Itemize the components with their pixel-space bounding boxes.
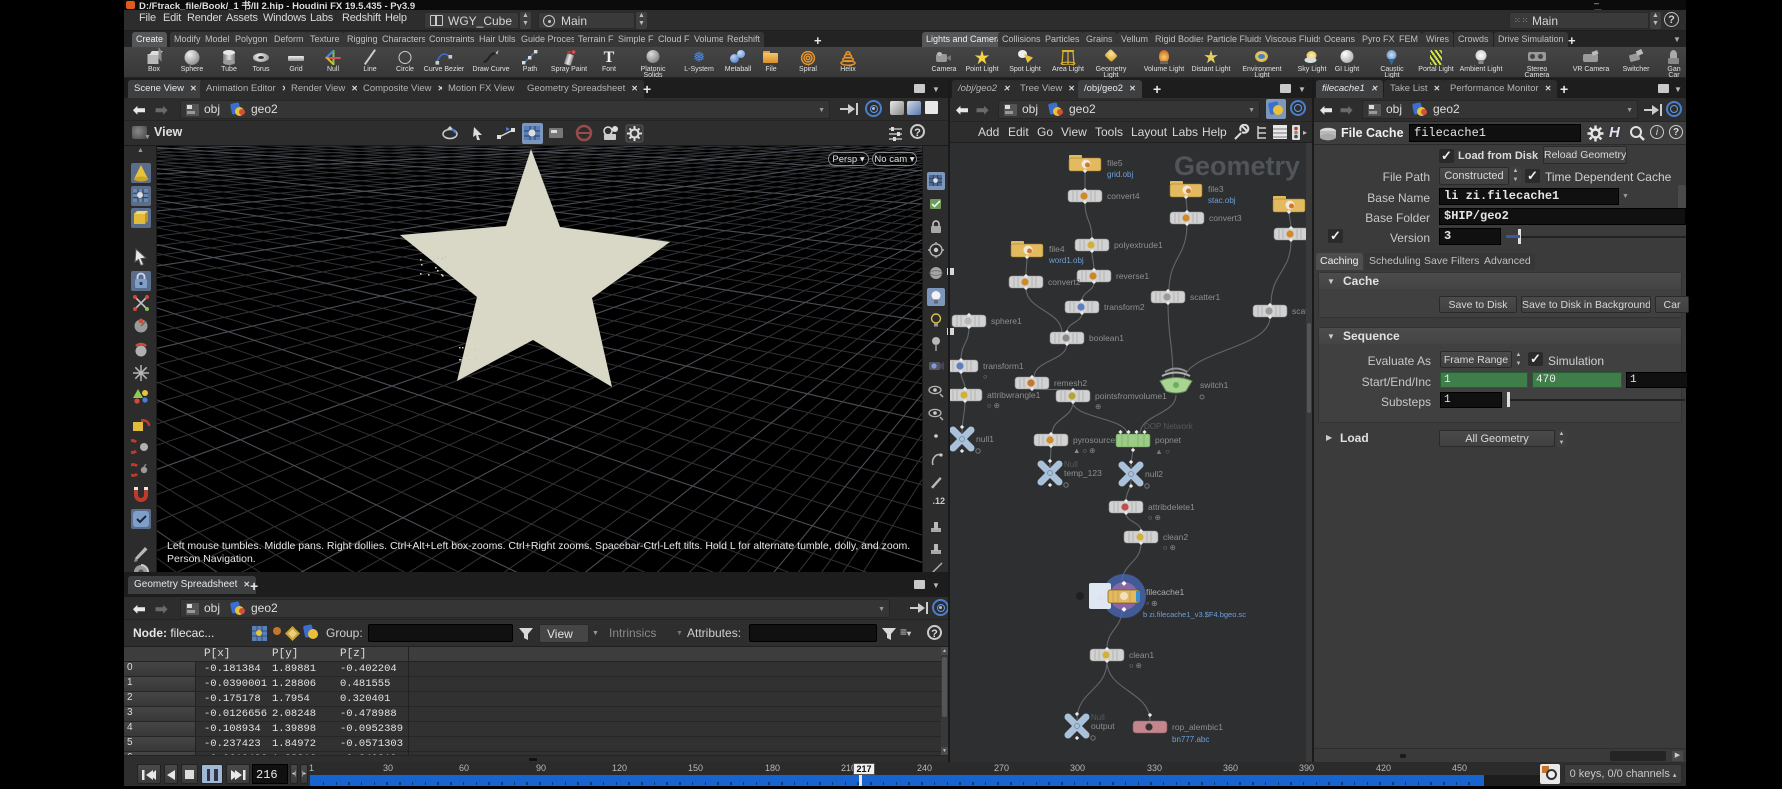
svg-text:3m: 3m — [1096, 595, 1106, 602]
svg-text:rop_alembic1: rop_alembic1 — [1172, 722, 1223, 732]
svg-text:file4: file4 — [1049, 244, 1065, 254]
svg-text:attribdelete1: attribdelete1 — [1148, 502, 1195, 512]
svg-text:output: output — [1091, 721, 1115, 731]
svg-text:file3: file3 — [1208, 184, 1224, 194]
svg-text:▫ ⊕: ▫ ⊕ — [1146, 599, 1158, 608]
svg-text:polyextrude1: polyextrude1 — [1114, 240, 1163, 250]
svg-text:attribwrangle1: attribwrangle1 — [987, 390, 1041, 400]
svg-text:b zi.filecache1_v3.$F4.bgeo.sc: b zi.filecache1_v3.$F4.bgeo.sc — [1143, 610, 1246, 619]
svg-text:null1: null1 — [976, 434, 994, 444]
svg-text:sphere1: sphere1 — [991, 316, 1022, 326]
svg-text:stac.obj: stac.obj — [1208, 196, 1236, 205]
svg-text:○ ⊕: ○ ⊕ — [1163, 543, 1176, 552]
svg-text:convert3: convert3 — [1209, 213, 1242, 223]
svg-text:bn777.abc: bn777.abc — [1172, 735, 1209, 744]
svg-text:▲ ○: ▲ ○ — [1155, 447, 1170, 456]
svg-text:transform1: transform1 — [983, 361, 1024, 371]
svg-text:switch1: switch1 — [1200, 380, 1229, 390]
svg-text:pointsfromvolume1: pointsfromvolume1 — [1095, 391, 1167, 401]
svg-text:▲ ○ ⊕: ▲ ○ ⊕ — [1073, 446, 1095, 455]
svg-text:convert2: convert2 — [1048, 277, 1081, 287]
svg-text:grid.obj: grid.obj — [1107, 170, 1133, 179]
svg-text:clean2: clean2 — [1163, 532, 1188, 542]
svg-text:null2: null2 — [1145, 469, 1163, 479]
svg-text:boolean1: boolean1 — [1089, 333, 1124, 343]
svg-text:reverse1: reverse1 — [1116, 271, 1149, 281]
svg-text:⊕: ⊕ — [1095, 402, 1101, 411]
svg-text:Geometry: Geometry — [1174, 151, 1300, 181]
svg-text:○: ○ — [983, 372, 988, 381]
svg-text:scatter1: scatter1 — [1190, 292, 1221, 302]
svg-text:transform2: transform2 — [1104, 302, 1145, 312]
svg-text:○ ⊕: ○ ⊕ — [1148, 513, 1161, 522]
svg-text:file5: file5 — [1107, 158, 1123, 168]
svg-text:clean1: clean1 — [1129, 650, 1154, 660]
svg-text:remesh2: remesh2 — [1054, 378, 1087, 388]
svg-text:filecache1: filecache1 — [1146, 587, 1185, 597]
svg-text:temp_123: temp_123 — [1064, 468, 1102, 478]
svg-text:word1.obj: word1.obj — [1048, 256, 1084, 265]
svg-text:convert4: convert4 — [1107, 191, 1140, 201]
svg-text:popnet: popnet — [1155, 435, 1182, 445]
svg-text:○ ⊕: ○ ⊕ — [1129, 661, 1142, 670]
svg-text:○ ⊕: ○ ⊕ — [987, 401, 1000, 410]
svg-text:DOP Network: DOP Network — [1144, 422, 1194, 431]
